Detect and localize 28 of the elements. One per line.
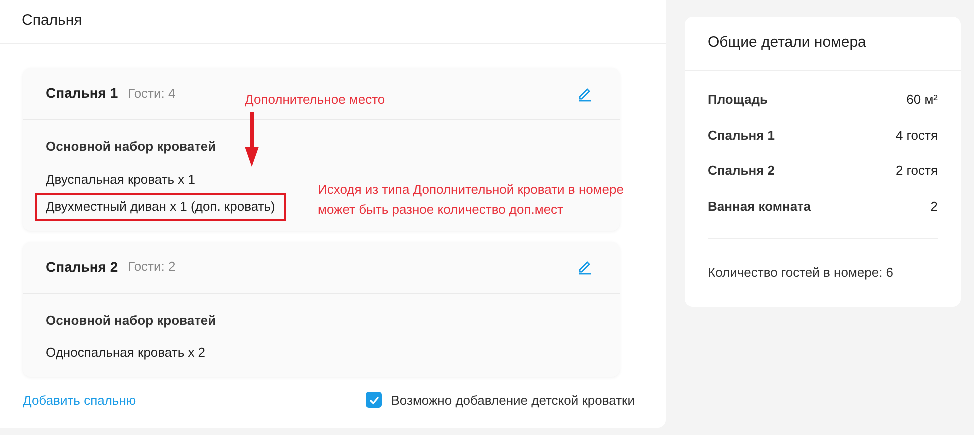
arrow-icon (245, 112, 259, 167)
bed-set-title: Основной набор кроватей (46, 138, 218, 156)
bed-item: Односпальная кровать х 2 (46, 344, 206, 362)
check-icon (368, 394, 380, 406)
guest-count: Гости: 2 (128, 258, 176, 276)
total-guests: Количество гостей в номере: 6 (708, 265, 894, 280)
detail-label: Спальня 1 (708, 126, 775, 144)
detail-value: 2 (930, 198, 938, 216)
add-bedroom-link[interactable]: Добавить спальню (23, 390, 136, 410)
edit-icon[interactable] (577, 259, 593, 275)
detail-value: 60 м² (906, 91, 938, 109)
bedroom-name: Спальня 1 (46, 84, 118, 103)
crib-label: Возможно добавление детской кроватки (391, 392, 635, 410)
bed-item: Двуспальная кровать х 1 (46, 170, 196, 189)
detail-label: Площадь (708, 91, 768, 109)
detail-value: 2 гостя (896, 162, 938, 180)
bed-set-title: Основной набор кроватей (46, 312, 218, 330)
summary-title: Общие детали номера (708, 33, 866, 54)
crib-checkbox[interactable] (366, 392, 382, 408)
guest-count: Гости: 4 (128, 84, 176, 103)
bedroom-name: Спальня 2 (46, 258, 118, 276)
bed-item: Двухместный диван х 1 (доп. кровать) (35, 193, 286, 220)
annotation-label: Дополнительное место (245, 91, 386, 109)
section-title: Спальня (22, 11, 82, 32)
annotation-note: Исходя из типа Дополнительной кровати в номере может быть разное количество доп.мест (318, 181, 625, 219)
detail-label: Спальня 2 (708, 162, 775, 180)
detail-label: Ванная комната (708, 198, 812, 216)
detail-value: 4 гостя (896, 126, 938, 144)
